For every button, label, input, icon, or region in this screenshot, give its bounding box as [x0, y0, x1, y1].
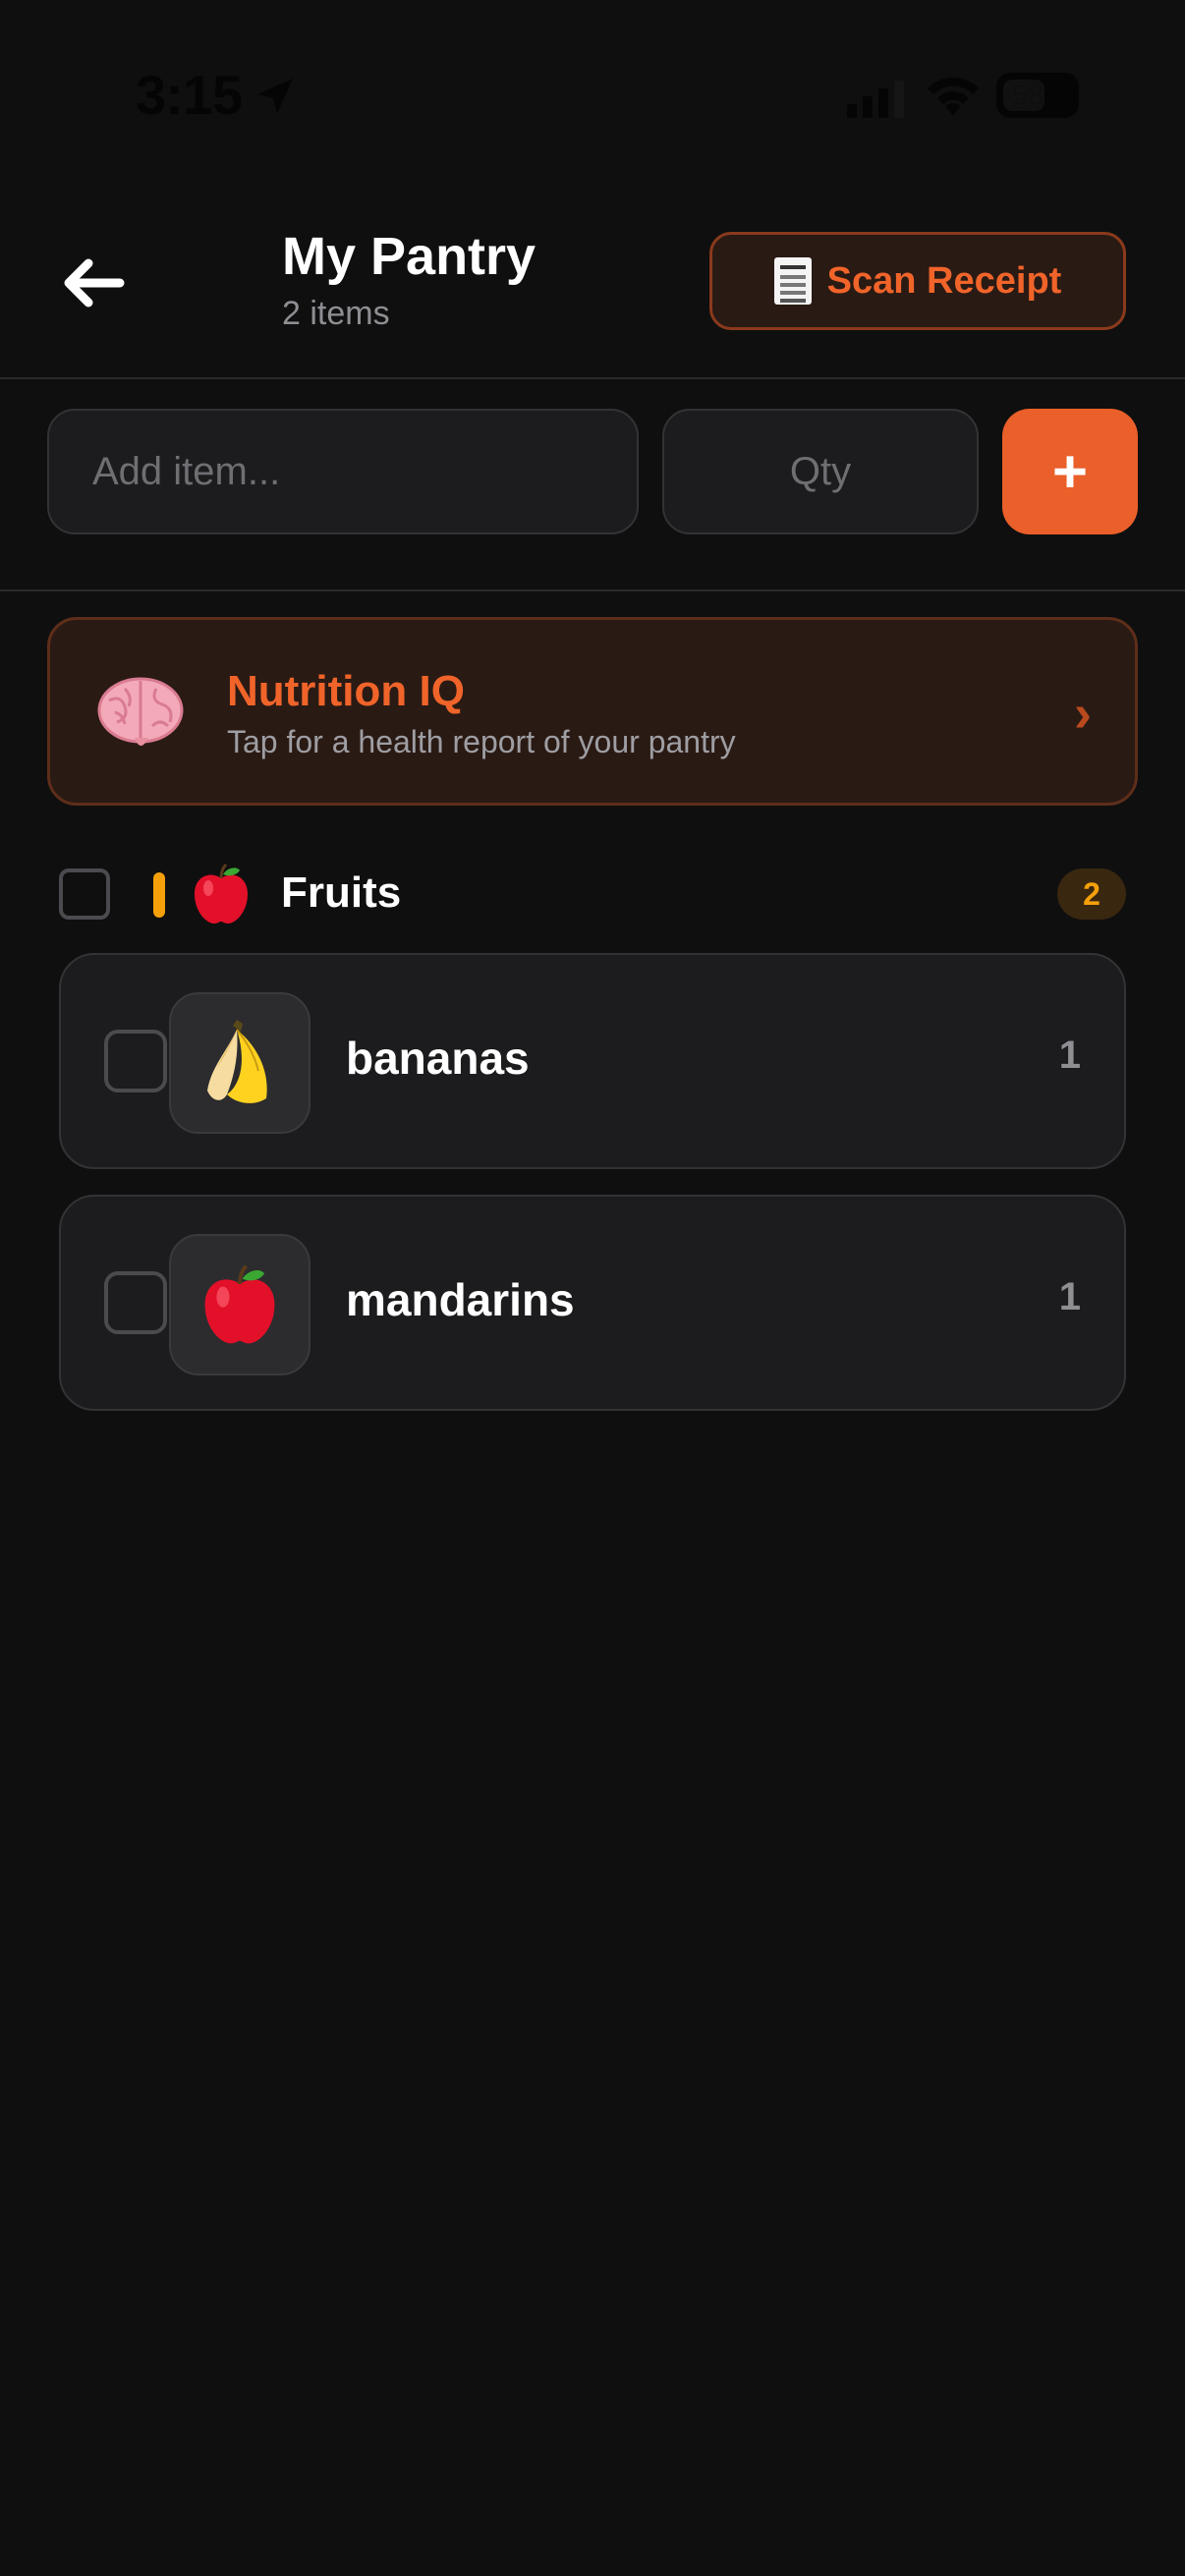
nutrition-title: Nutrition IQ: [227, 667, 465, 715]
item-thumbnail: [169, 992, 310, 1134]
brain-icon: [97, 677, 184, 746]
apple-icon: [195, 863, 248, 924]
apple-icon: [204, 1264, 275, 1344]
location-arrow-icon: [257, 79, 293, 114]
item-count: 2 items: [282, 295, 390, 332]
category-label: Fruits: [281, 868, 402, 917]
chevron-right-icon: ›: [1074, 684, 1092, 743]
list-item[interactable]: bananas 1: [59, 953, 1126, 1169]
battery-icon: 58: [996, 73, 1079, 118]
add-item-row: +: [0, 379, 1185, 591]
category-checkbox[interactable]: [59, 868, 110, 920]
pantry-screen: 3:15 58 My Pantry 2 items Scan Receipt A…: [0, 0, 1185, 2576]
item-thumbnail: [169, 1234, 310, 1375]
status-time: 3:15: [136, 64, 243, 126]
header: My Pantry 2 items Scan Receipt: [0, 196, 1185, 379]
nutrition-iq-card[interactable]: Nutrition IQ Tap for a health report of …: [47, 617, 1138, 806]
item-quantity: 1: [1058, 1034, 1081, 1077]
add-item-input[interactable]: [47, 409, 639, 534]
nutrition-subtitle: Tap for a health report of your pantry: [227, 724, 736, 759]
category-header-fruits: Fruits 2: [57, 855, 1126, 933]
scan-receipt-label: Scan Receipt: [826, 259, 1062, 302]
receipt-icon: [773, 257, 812, 305]
item-quantity: 1: [1058, 1275, 1081, 1318]
item-name: bananas: [346, 1033, 530, 1084]
item-checkbox[interactable]: [104, 1271, 167, 1334]
item-checkbox[interactable]: [104, 1030, 167, 1092]
battery-level: 58: [1011, 80, 1044, 112]
category-count-badge: 2: [1057, 868, 1126, 920]
cellular-signal-icon: [847, 81, 904, 118]
category-color-bar: [153, 872, 165, 918]
status-bar: 3:15 58: [0, 0, 1185, 196]
list-item[interactable]: mandarins 1: [59, 1195, 1126, 1411]
wifi-icon: [928, 77, 979, 116]
page-title: My Pantry: [282, 227, 536, 286]
add-item-button[interactable]: +: [1002, 409, 1138, 534]
item-name: mandarins: [346, 1274, 575, 1325]
quantity-input[interactable]: [662, 409, 979, 534]
scan-receipt-button[interactable]: Scan Receipt: [709, 232, 1126, 330]
back-arrow-icon[interactable]: [55, 246, 130, 320]
banana-icon: [207, 1020, 267, 1103]
